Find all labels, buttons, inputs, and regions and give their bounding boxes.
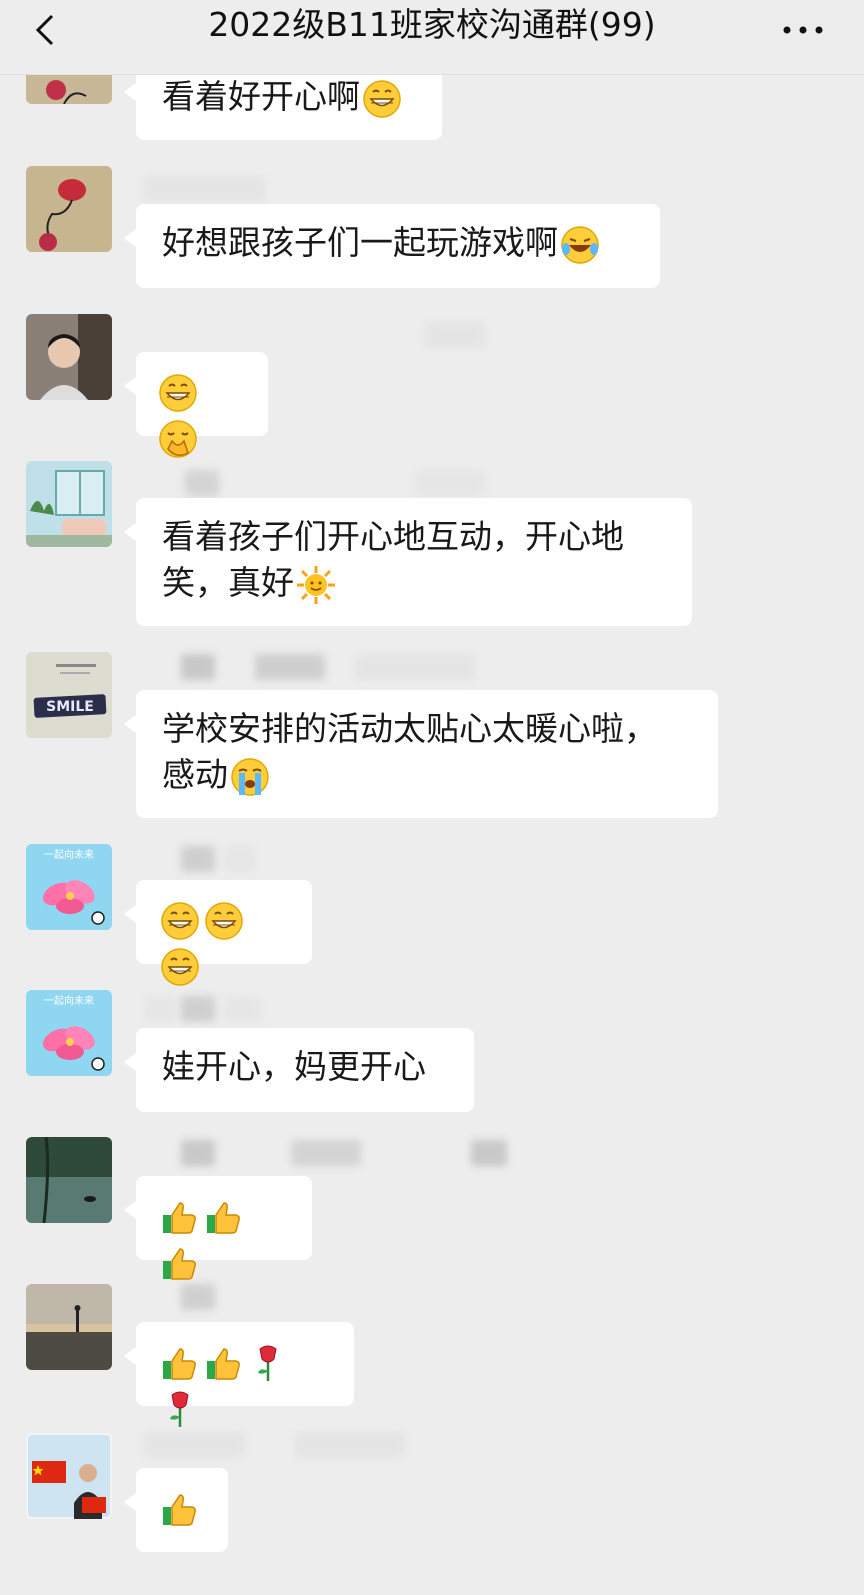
sun-emoji-icon [296, 565, 336, 605]
grin-emoji-icon [362, 79, 402, 119]
thumbs-up-emoji-icon [160, 1197, 200, 1237]
sender-name [145, 470, 525, 496]
message-bubble[interactable]: 学校安排的活动太贴心太暖心啦， 感动 [124, 690, 718, 818]
message-text-line2: 笑，真好 [162, 563, 294, 602]
sender-name [145, 654, 525, 680]
sender-name [145, 1432, 525, 1458]
avatar-lake-icon [26, 1137, 112, 1223]
chat-title: 2022级B11班家校沟通群(99) [208, 5, 656, 44]
rose-emoji-icon [160, 1389, 200, 1429]
joy-emoji-icon [560, 225, 600, 265]
back-button[interactable] [28, 10, 68, 50]
smile-text: SMILE [46, 699, 94, 715]
sender-name [145, 322, 525, 348]
thumbs-up-emoji-icon [160, 1343, 200, 1383]
flower-caption: 一起向未来 [44, 994, 94, 1007]
message-bubble[interactable] [124, 352, 268, 458]
sender-name [145, 846, 525, 872]
avatar-person-icon [26, 314, 112, 400]
message-text: 学校安排的活动太贴心太暖心啦， [162, 709, 657, 748]
shy-emoji-icon [158, 419, 198, 459]
grin-emoji-icon [160, 901, 200, 941]
message-bubble[interactable] [124, 1468, 228, 1552]
message-text: 好想跟孩子们一起玩游戏啊 [162, 223, 558, 262]
message-bubble[interactable]: 好想跟孩子们一起玩游戏啊 [124, 204, 660, 288]
avatar[interactable] [26, 1284, 112, 1370]
sender-name [145, 996, 525, 1022]
message-text: 娃开心，妈更开心 [162, 1047, 426, 1086]
thumbs-up-emoji-icon [160, 1243, 200, 1283]
avatar[interactable] [26, 166, 112, 252]
avatar-flower-icon: 一起向未来 [26, 990, 112, 1076]
avatar-smile-icon: SMILE [26, 652, 112, 738]
sender-name [145, 1140, 525, 1166]
sob-emoji-icon [230, 757, 270, 797]
more-icon [783, 26, 823, 34]
thumbs-up-emoji-icon [160, 1489, 200, 1529]
message-text: 看着孩子们开心地互动，开心地 [162, 517, 624, 556]
avatar[interactable]: 一起向未来 [26, 990, 112, 1076]
message-bubble[interactable]: 看着孩子们开心地互动，开心地 笑，真好 [124, 498, 692, 626]
grin-emoji-icon [160, 947, 200, 987]
avatar[interactable] [26, 1137, 112, 1223]
message-text: 看着好开心啊 [162, 77, 360, 116]
grin-emoji-icon [158, 373, 198, 413]
avatar-flag-icon [26, 1433, 112, 1519]
thumbs-up-emoji-icon [204, 1343, 244, 1383]
message-bubble[interactable] [124, 1322, 354, 1427]
rose-emoji-icon [248, 1343, 288, 1383]
message-bubble[interactable]: 娃开心，妈更开心 [124, 1028, 474, 1112]
message-bubble[interactable] [124, 1176, 312, 1280]
message-text-line2: 感动 [162, 755, 228, 794]
sender-name [145, 176, 525, 202]
avatar-flower-icon: 一起向未来 [26, 844, 112, 930]
top-bar: 2022级B11班家校沟通群(99) [0, 0, 864, 75]
more-button[interactable] [778, 8, 828, 48]
avatar-rose-icon [26, 166, 112, 252]
message-bubble[interactable] [124, 880, 312, 986]
grin-emoji-icon [204, 901, 244, 941]
avatar[interactable]: SMILE [26, 652, 112, 738]
sender-name [145, 1284, 525, 1310]
avatar[interactable] [26, 461, 112, 547]
avatar[interactable] [26, 314, 112, 400]
avatar-sunset-icon [26, 1284, 112, 1370]
message-list[interactable]: 看着好开心啊 好想跟孩子们一起玩游戏啊 看着孩子们开心地互动，开心地 笑，真好 … [0, 0, 864, 1595]
flower-caption: 一起向未来 [44, 848, 94, 861]
avatar[interactable]: 一起向未来 [26, 844, 112, 930]
thumbs-up-emoji-icon [204, 1197, 244, 1237]
chevron-left-icon [35, 14, 54, 46]
avatar-room-icon [26, 461, 112, 547]
avatar[interactable] [26, 1433, 112, 1519]
